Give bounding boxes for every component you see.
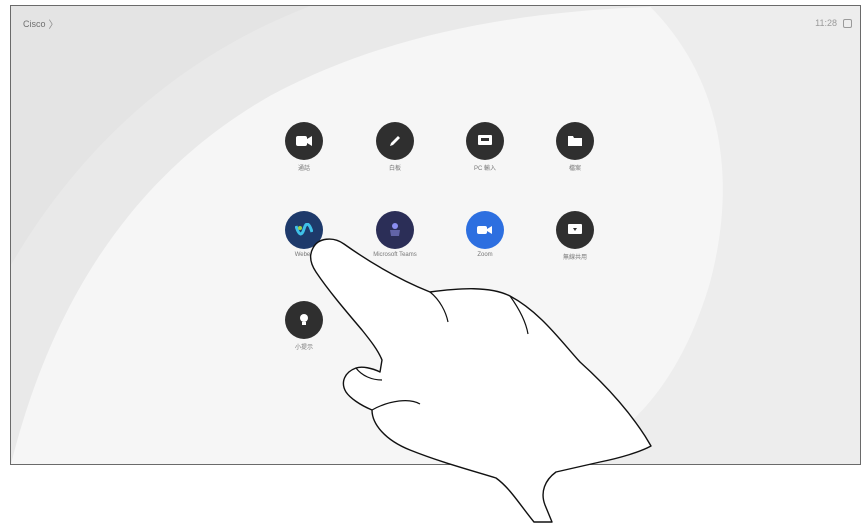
pencil-icon xyxy=(376,122,414,160)
tile-label: Microsoft Teams xyxy=(373,252,417,258)
tile-label: 通話 xyxy=(297,166,310,172)
lightbulb-icon xyxy=(285,301,323,339)
tile-webex[interactable]: Webex xyxy=(264,211,344,258)
tile-zoom[interactable]: Zoom xyxy=(445,211,525,258)
chevron-right-icon: 〉 xyxy=(48,20,59,31)
tile-label: 設定 xyxy=(388,345,401,351)
tile-label: Zoom xyxy=(477,252,493,258)
pc-input-icon xyxy=(466,122,504,160)
tile-call[interactable]: 通話 xyxy=(264,122,344,172)
camera-icon xyxy=(285,122,323,160)
tile-label: 白板 xyxy=(388,166,401,172)
screen-share-icon xyxy=(556,211,594,249)
background-wave xyxy=(11,6,860,464)
settings-icon xyxy=(376,301,414,339)
brand-menu[interactable]: Cisco 〉 xyxy=(23,16,59,32)
tile-label: PC 輸入 xyxy=(473,166,496,172)
tile-microsoft-teams[interactable]: Microsoft Teams xyxy=(355,211,435,258)
tile-files[interactable]: 檔案 xyxy=(535,122,615,172)
folder-icon xyxy=(556,122,594,160)
tile-label: 小提示 xyxy=(294,345,313,351)
tile-settings[interactable]: 設定 xyxy=(355,301,435,351)
clock-time: 11:28 xyxy=(815,18,837,28)
tile-whiteboard[interactable]: 白板 xyxy=(355,122,435,172)
zoom-icon xyxy=(466,211,504,249)
tile-pc-input[interactable]: PC 輸入 xyxy=(445,122,525,172)
teams-icon xyxy=(376,211,414,249)
tile-label: 無線共用 xyxy=(562,255,587,261)
webex-icon xyxy=(285,211,323,249)
tile-wireless-share[interactable]: 無線共用 xyxy=(535,211,615,261)
room-status-icon[interactable] xyxy=(843,18,852,28)
brand-label: Cisco xyxy=(23,18,46,29)
touch-panel-screen: Cisco 〉 11:28 通話 白板 PC 輸入 檔案 Webex Micro… xyxy=(10,5,861,465)
tile-label: 檔案 xyxy=(568,166,581,172)
status-area: 11:28 xyxy=(815,18,852,28)
tile-tips[interactable]: 小提示 xyxy=(264,301,344,351)
tile-label: Webex xyxy=(294,252,314,258)
